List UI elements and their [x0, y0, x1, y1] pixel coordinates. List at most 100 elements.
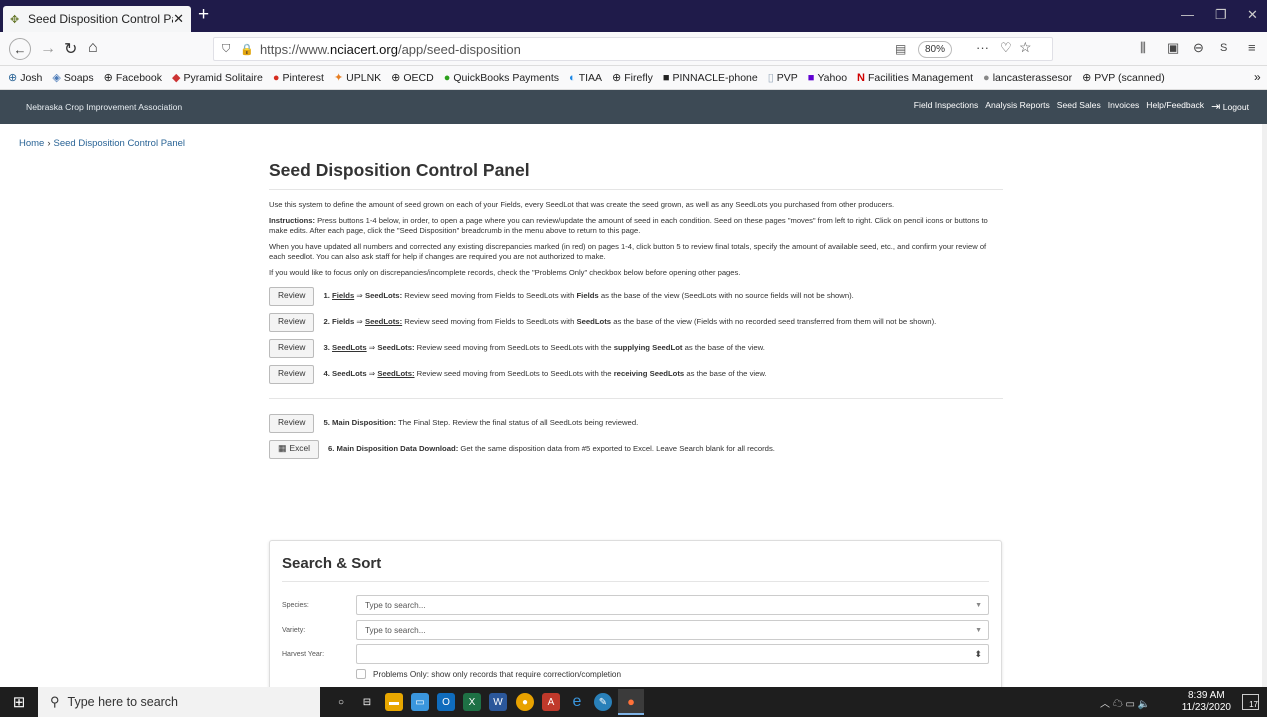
taskbar-search[interactable]: ⚲ Type here to search: [38, 687, 320, 717]
bookmark-item[interactable]: ⊕ PVP (scanned): [1082, 71, 1165, 85]
tab-close-icon[interactable]: ✕: [173, 11, 184, 27]
tab-title: Seed Disposition Control Panel: [28, 12, 173, 26]
bookmark-item[interactable]: ● Pinterest: [273, 72, 324, 84]
step-description: 4. SeedLots ⇒ SeedLots: Review seed movi…: [323, 369, 767, 379]
back-icon[interactable]: ←: [9, 38, 31, 60]
breadcrumb-current[interactable]: Seed Disposition Control Panel: [54, 138, 186, 149]
app-icon[interactable]: ✎: [594, 693, 612, 711]
variety-label: Variety:: [282, 626, 306, 634]
step-row: Review 3. SeedLots ⇒ SeedLots: Review se…: [269, 338, 1003, 358]
window-close-icon[interactable]: ✕: [1247, 7, 1258, 23]
bookmark-item[interactable]: ▯ PVP: [768, 71, 798, 85]
lock-icon[interactable]: 🔒: [240, 43, 254, 56]
nav-invoices[interactable]: Invoices: [1108, 100, 1140, 113]
bookmark-item[interactable]: ■ Yahoo: [808, 72, 847, 84]
file-explorer-icon[interactable]: ▬: [385, 693, 403, 711]
instructions-text: Instructions: Press buttons 1-4 below, i…: [269, 216, 988, 235]
bookmark-item[interactable]: ◐ TIAA: [569, 72, 602, 84]
step-description: 2. Fields ⇒ SeedLots: Review seed moving…: [323, 317, 937, 327]
outlook-icon[interactable]: O: [437, 693, 455, 711]
url-domain: nciacert.org: [330, 41, 398, 57]
bookmark-item[interactable]: ⊕ Facebook: [104, 71, 162, 85]
extension-icon[interactable]: S: [1220, 42, 1227, 54]
step-list: Review 1. Fields ⇒ SeedLots: Review seed…: [269, 286, 1003, 384]
table-icon: ▦: [278, 443, 287, 454]
edge-icon[interactable]: e: [568, 693, 586, 711]
review-fields-button[interactable]: Review: [269, 286, 315, 306]
app-icon[interactable]: ▭: [411, 693, 429, 711]
spinner-icon[interactable]: ⬍: [974, 649, 982, 660]
page-scrollbar[interactable]: [1262, 124, 1267, 687]
harvest-year-input[interactable]: ⬍: [356, 644, 989, 664]
bookmarks-bar: ⊕ Josh ◈ Soaps ⊕ Facebook ◆ Pyramid Solitair…: [0, 66, 1267, 90]
browser-tab[interactable]: ✥ Seed Disposition Control Panel ✕: [3, 6, 191, 32]
bookmark-item[interactable]: N Facilities Management: [857, 72, 973, 84]
menu-icon[interactable]: ≡: [1248, 40, 1256, 55]
windows-start-icon[interactable]: ⊞: [0, 687, 38, 717]
problems-only-checkbox[interactable]: [356, 669, 366, 679]
review-receiving-button[interactable]: Review: [269, 364, 315, 384]
logout-button[interactable]: ⇥ Logout: [1211, 100, 1249, 113]
review-main-disposition-button[interactable]: Review: [269, 413, 315, 433]
pocket-icon[interactable]: ♡: [1000, 40, 1012, 56]
new-tab-button[interactable]: +: [198, 4, 209, 26]
restore-icon[interactable]: ❐: [1215, 7, 1227, 23]
forward-icon[interactable]: →: [40, 40, 56, 58]
brand[interactable]: Nebraska Crop Improvement Association: [26, 102, 182, 112]
bookmark-item[interactable]: ⊕ Firefly: [612, 71, 653, 85]
minimize-icon[interactable]: —: [1181, 7, 1194, 22]
nav-seed-sales[interactable]: Seed Sales: [1057, 100, 1101, 113]
clock[interactable]: 8:39 AM 11/23/2020: [1182, 690, 1231, 714]
home-icon[interactable]: ⌂: [88, 39, 98, 57]
nav-field-inspections[interactable]: Field Inspections: [914, 100, 979, 113]
excel-icon[interactable]: X: [463, 693, 481, 711]
bookmark-item[interactable]: ◆ Pyramid Solitaire: [172, 71, 263, 85]
species-select[interactable]: Type to search... ▼: [356, 595, 989, 615]
step-description: 3. SeedLots ⇒ SeedLots: Review seed movi…: [323, 343, 765, 353]
breadcrumb-home[interactable]: Home: [19, 138, 44, 149]
page-actions-icon[interactable]: ···: [976, 40, 989, 55]
bookmark-item[interactable]: ✦ UPLNK: [334, 71, 381, 85]
sidebar-icon[interactable]: ▣: [1167, 40, 1179, 56]
step-row: Review 1. Fields ⇒ SeedLots: Review seed…: [269, 286, 1003, 306]
search-icon: ⚲: [50, 694, 60, 709]
access-icon[interactable]: A: [542, 693, 560, 711]
bookmark-item[interactable]: ◈ Soaps: [52, 71, 93, 85]
reload-icon[interactable]: ↻: [64, 39, 77, 59]
intro-text: Use this system to define the amount of …: [269, 200, 895, 209]
notification-icon[interactable]: 17: [1242, 694, 1259, 710]
seedlots-link[interactable]: SeedLots:: [365, 317, 402, 326]
chrome-icon[interactable]: ●: [516, 693, 534, 711]
nav-analysis-reports[interactable]: Analysis Reports: [985, 100, 1049, 113]
cortana-icon[interactable]: ○: [332, 693, 350, 711]
excel-download-button[interactable]: ▦ Excel: [269, 439, 319, 459]
zoom-indicator[interactable]: 80%: [918, 41, 952, 58]
bookmarks-overflow-icon[interactable]: »: [1254, 70, 1261, 84]
species-label: Species:: [282, 601, 309, 609]
bookmark-item[interactable]: ⊕ OECD: [391, 71, 434, 85]
bookmark-item[interactable]: ⊕ Josh: [8, 71, 42, 85]
word-icon[interactable]: W: [489, 693, 507, 711]
seedlots-link[interactable]: SeedLots: [332, 343, 367, 352]
firefox-icon[interactable]: ●: [618, 689, 644, 715]
bookmark-star-icon[interactable]: ☆: [1019, 39, 1032, 56]
review-seedlots-button[interactable]: Review: [269, 312, 315, 332]
nav-help-feedback[interactable]: Help/Feedback: [1146, 100, 1204, 113]
reader-view-icon[interactable]: ▤: [895, 42, 906, 56]
fields-link[interactable]: Fields: [332, 291, 354, 300]
bookmark-item[interactable]: ■ PINNACLE-phone: [663, 72, 758, 84]
chevron-down-icon: ▼: [975, 627, 982, 634]
site-favicon-icon: ✥: [10, 13, 20, 26]
account-icon[interactable]: ⊖: [1193, 40, 1204, 56]
task-view-icon[interactable]: ⊟: [358, 693, 376, 711]
bookmark-item[interactable]: ● QuickBooks Payments: [444, 72, 559, 84]
bookmark-item[interactable]: ● lancasterassesor: [983, 72, 1072, 84]
library-icon[interactable]: ⫼: [1140, 40, 1146, 56]
windows-taskbar: ⊞ ⚲ Type here to search ○ ⊟ ▬ ▭ O X W ● A…: [0, 687, 1267, 717]
seedlots-link[interactable]: SeedLots:: [377, 369, 414, 378]
step-description: 6. Main Disposition Data Download: Get t…: [328, 444, 775, 454]
tracking-shield-icon[interactable]: ⛉: [222, 43, 230, 56]
system-tray-icons[interactable]: ︿ ☁ ▭ 🔈: [1100, 695, 1150, 710]
review-supplying-button[interactable]: Review: [269, 338, 315, 358]
variety-select[interactable]: Type to search... ▼: [356, 620, 989, 640]
